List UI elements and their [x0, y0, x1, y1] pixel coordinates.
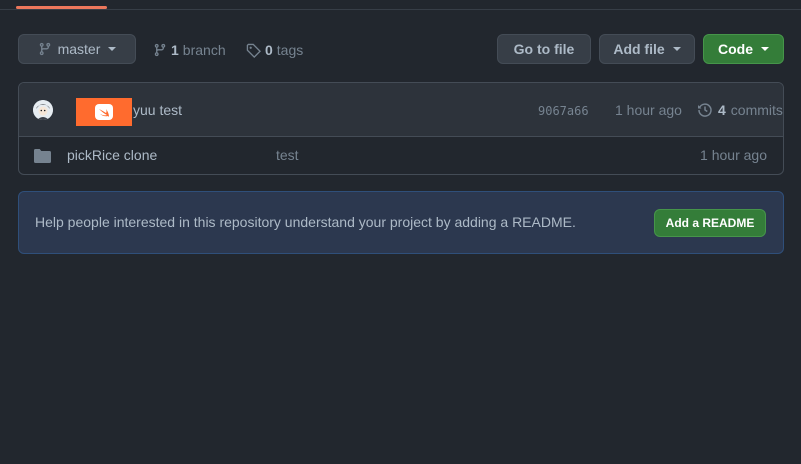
- file-commit-time: 1 hour ago: [700, 147, 767, 163]
- branches-link[interactable]: 1 branch: [153, 42, 226, 58]
- commit-sha[interactable]: 9067a66: [538, 104, 589, 118]
- branch-count: 1: [171, 42, 179, 58]
- go-to-file-button[interactable]: Go to file: [497, 34, 591, 64]
- history-icon: [698, 103, 712, 117]
- chevron-down-icon: [761, 47, 769, 51]
- active-tab-underline: [16, 6, 107, 9]
- go-to-file-label: Go to file: [513, 41, 575, 57]
- readme-banner: Help people interested in this repositor…: [18, 191, 784, 254]
- branch-name: master: [57, 41, 101, 57]
- branch-select-button[interactable]: master: [18, 34, 136, 64]
- file-commit-message[interactable]: test: [276, 147, 299, 163]
- commits-count: 4: [718, 102, 726, 118]
- folder-icon: [34, 149, 51, 163]
- file-row[interactable]: pickRice clone test 1 hour ago: [19, 137, 783, 174]
- commits-link[interactable]: 4 commits: [697, 102, 783, 118]
- tab-bar-edge: [0, 0, 801, 10]
- git-branch-icon: [154, 43, 166, 57]
- file-list-box: yuu test 9067a66 1 hour ago 4 commits pi…: [18, 82, 784, 175]
- code-label: Code: [718, 41, 753, 57]
- chevron-down-icon: [108, 47, 117, 51]
- code-button[interactable]: Code: [703, 34, 784, 64]
- avatar[interactable]: [33, 100, 53, 120]
- tags-link[interactable]: 0 tags: [246, 42, 303, 58]
- tag-count: 0: [265, 42, 273, 58]
- branch-label: branch: [182, 42, 226, 58]
- tag-label: tags: [276, 42, 304, 58]
- add-file-label: Add file: [613, 41, 665, 57]
- chevron-down-icon: [672, 47, 681, 51]
- commit-time: 1 hour ago: [615, 102, 682, 118]
- tag-icon: [246, 43, 261, 58]
- redacted-author: [76, 98, 132, 126]
- latest-commit-bar: yuu test 9067a66 1 hour ago 4 commits: [19, 83, 783, 137]
- add-readme-button[interactable]: Add a README: [654, 209, 766, 237]
- commit-message[interactable]: yuu test: [133, 102, 182, 118]
- add-file-button[interactable]: Add file: [599, 34, 695, 64]
- avatar-image-icon: [33, 100, 53, 120]
- swift-logo-icon: [95, 104, 113, 120]
- readme-banner-text: Help people interested in this repositor…: [35, 214, 576, 230]
- git-branch-icon: [39, 42, 50, 56]
- commits-label: commits: [730, 102, 783, 118]
- file-name[interactable]: pickRice clone: [67, 147, 157, 163]
